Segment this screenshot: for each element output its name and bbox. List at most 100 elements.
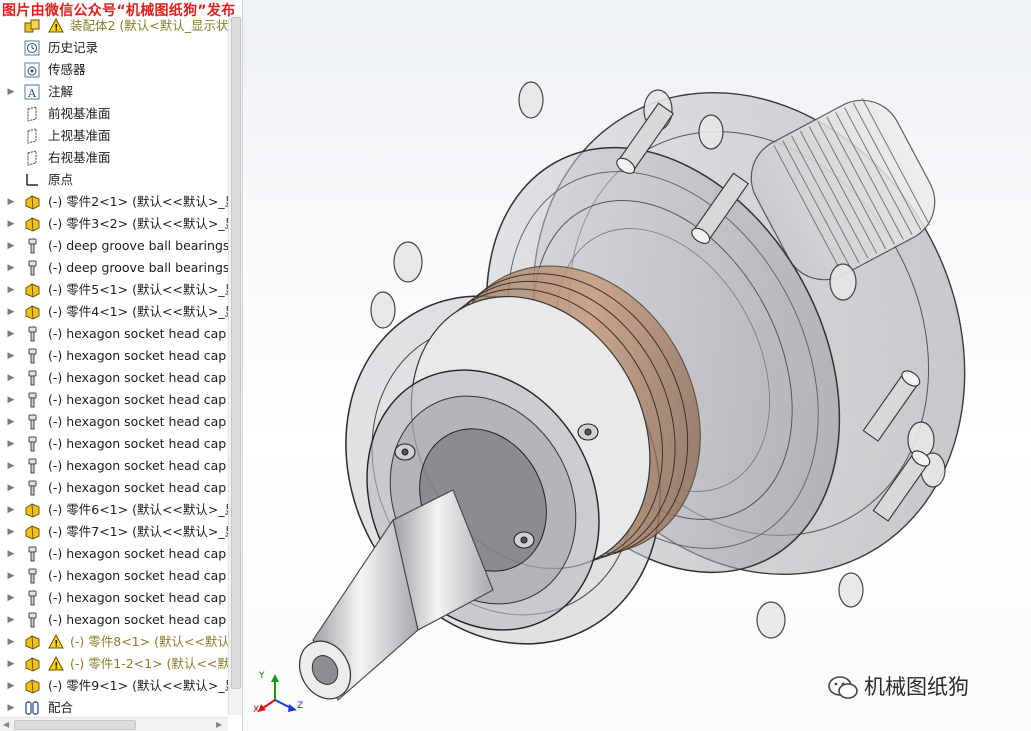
- tree-item[interactable]: 传感器: [0, 59, 232, 81]
- expand-arrow-icon[interactable]: ▶: [6, 433, 16, 455]
- tree-item[interactable]: ▶ (-) hexagon socket head cap s: [0, 411, 237, 433]
- tree-item-label: (-) 零件6<1> (默认<<默认>_显示: [48, 502, 243, 517]
- tree-item[interactable]: ▶ (-) hexagon socket head cap s: [0, 543, 237, 565]
- tree-item[interactable]: ▶ (-) hexagon socket head cap s: [0, 367, 237, 389]
- horizontal-scrollbar-thumb[interactable]: [14, 720, 136, 730]
- part-icon: [24, 634, 41, 650]
- tree-item[interactable]: 右视基准面: [0, 147, 232, 169]
- tree-item[interactable]: ▶ (-) hexagon socket head cap s: [0, 433, 237, 455]
- expand-arrow-icon[interactable]: ▶: [6, 279, 16, 301]
- tree-item[interactable]: ▶! (-) 零件1-2<1> (默认<<默认: [0, 653, 242, 675]
- tree-item-label: (-) hexagon socket head cap s: [48, 326, 237, 341]
- part-icon: [24, 656, 41, 672]
- expand-arrow-icon[interactable]: ▶: [6, 455, 16, 477]
- tree-item[interactable]: 上视基准面: [0, 125, 232, 147]
- mates-icon: [24, 700, 41, 716]
- tree-item-label: 配合: [48, 700, 74, 715]
- toolbox-icon: [24, 370, 41, 386]
- toolbox-icon: [24, 612, 41, 628]
- expand-arrow-icon[interactable]: ▶: [6, 235, 16, 257]
- scrollbar-thumb[interactable]: [231, 17, 241, 689]
- toolbox-icon: [24, 480, 41, 496]
- top-watermark: 图片由微信公众号“机械图纸狗”发布: [2, 3, 236, 19]
- tree-item[interactable]: ▶ (-) 零件4<1> (默认<<默认>_显示: [0, 301, 242, 323]
- graphics-viewport[interactable]: Y X Z: [243, 0, 1031, 731]
- tree-item[interactable]: ▶ (-) 零件9<1> (默认<<默认>_显示: [0, 675, 242, 697]
- expand-arrow-icon[interactable]: ▶: [6, 191, 16, 213]
- tree-item-label: (-) hexagon socket head cap s: [48, 414, 237, 429]
- tree-item[interactable]: ▶ (-) hexagon socket head cap s: [0, 477, 237, 499]
- tree-item[interactable]: 原点: [0, 169, 232, 191]
- tree-item[interactable]: ▶ (-) deep groove ball bearings: [0, 235, 232, 257]
- toolbox-icon: [24, 436, 41, 452]
- annotation-icon: A: [24, 84, 41, 100]
- expand-arrow-icon[interactable]: ▶: [6, 609, 16, 631]
- tree-item[interactable]: ▶ (-) hexagon socket head cap s: [0, 587, 237, 609]
- tree-item[interactable]: ▶ (-) hexagon socket head cap s: [0, 389, 237, 411]
- part-icon: [24, 502, 41, 518]
- expand-arrow-icon[interactable]: ▶: [6, 587, 16, 609]
- tree-item[interactable]: ▶ (-) hexagon socket head cap s: [0, 323, 237, 345]
- tree-item[interactable]: ▶ (-) 零件6<1> (默认<<默认>_显示: [0, 499, 242, 521]
- expand-arrow-icon[interactable]: ▶: [6, 323, 16, 345]
- expand-arrow-icon[interactable]: ▶: [6, 675, 16, 697]
- toolbox-icon: [24, 238, 41, 254]
- expand-arrow-icon[interactable]: ▶: [6, 521, 16, 543]
- expand-arrow-icon[interactable]: ▶: [6, 565, 16, 587]
- tree-item-label: (-) hexagon socket head cap s: [48, 370, 237, 385]
- tree-item[interactable]: ▶ (-) hexagon socket head cap s: [0, 345, 237, 367]
- expand-arrow-icon[interactable]: ▶: [6, 631, 16, 653]
- tree-item[interactable]: ▶ (-) hexagon socket head cap s: [0, 565, 237, 587]
- tree-item[interactable]: 前视基准面: [0, 103, 232, 125]
- tree-item-label: (-) hexagon socket head cap s: [48, 568, 237, 583]
- tree-item[interactable]: ▶! (-) 零件8<1> (默认<<默认>: [0, 631, 240, 653]
- warning-icon: !: [48, 655, 64, 672]
- tree-item[interactable]: ▶ (-) 零件7<1> (默认<<默认>_显示: [0, 521, 242, 543]
- triad-x-label: X: [253, 705, 260, 715]
- svg-text:!: !: [54, 640, 58, 650]
- expand-arrow-icon[interactable]: ▶: [6, 477, 16, 499]
- feature-manager-tree: ! 装配体2 (默认<默认_显示状态-1 历史记录 传感器 ▶ A 注解 前视基准面 上视基准面…: [0, 0, 243, 731]
- expand-arrow-icon[interactable]: ▶: [6, 213, 16, 235]
- tree-item-label: 历史记录: [48, 40, 99, 55]
- toolbox-icon: [24, 546, 41, 562]
- expand-arrow-icon[interactable]: ▶: [6, 301, 16, 323]
- expand-arrow-icon[interactable]: ▶: [6, 81, 16, 103]
- tree-item[interactable]: ▶ (-) 零件2<1> (默认<<默认>_显示: [0, 191, 242, 213]
- tree-item-label: (-) hexagon socket head cap s: [48, 392, 237, 407]
- tree-item[interactable]: ▶ 配合: [0, 697, 232, 719]
- scroll-right-icon[interactable]: ▶: [216, 718, 222, 731]
- tree-item[interactable]: ▶ (-) deep groove ball bearings: [0, 257, 232, 279]
- expand-arrow-icon[interactable]: ▶: [6, 697, 16, 719]
- svg-text:!: !: [54, 662, 58, 672]
- part-icon: [24, 678, 41, 694]
- scroll-left-icon[interactable]: ◀: [3, 718, 9, 731]
- tree-item-label: 右视基准面: [48, 150, 111, 165]
- expand-arrow-icon[interactable]: ▶: [6, 543, 16, 565]
- expand-arrow-icon[interactable]: ▶: [6, 257, 16, 279]
- tree-horizontal-scrollbar[interactable]: ◀ ▶: [0, 717, 228, 731]
- expand-arrow-icon[interactable]: ▶: [6, 499, 16, 521]
- tree-item[interactable]: ▶ (-) 零件5<1> (默认<<默认>_显示: [0, 279, 242, 301]
- tree-item[interactable]: ▶ A 注解: [0, 81, 232, 103]
- tree-item-label: 注解: [48, 84, 74, 99]
- expand-arrow-icon[interactable]: ▶: [6, 345, 16, 367]
- tree-item-label: (-) deep groove ball bearings: [48, 238, 230, 253]
- expand-arrow-icon[interactable]: ▶: [6, 389, 16, 411]
- expand-arrow-icon[interactable]: ▶: [6, 653, 16, 675]
- tree-item[interactable]: ▶ (-) 零件3<2> (默认<<默认>_显示: [0, 213, 242, 235]
- assembly-icon: [24, 18, 41, 34]
- wechat-watermark-text: 机械图纸狗: [864, 675, 969, 699]
- tree-item[interactable]: 历史记录: [0, 37, 232, 59]
- tree-vertical-scrollbar[interactable]: [228, 15, 242, 715]
- toolbox-icon: [24, 260, 41, 276]
- expand-arrow-icon[interactable]: ▶: [6, 411, 16, 433]
- triad-y-label: Y: [259, 671, 265, 681]
- part-icon: [24, 282, 41, 298]
- tree-item[interactable]: ▶ (-) hexagon socket head cap s: [0, 609, 237, 631]
- toolbox-icon: [24, 414, 41, 430]
- tree-item-label: (-) 零件3<2> (默认<<默认>_显示: [48, 216, 243, 231]
- plane-icon: [24, 128, 41, 144]
- tree-item[interactable]: ▶ (-) hexagon socket head cap s: [0, 455, 237, 477]
- expand-arrow-icon[interactable]: ▶: [6, 367, 16, 389]
